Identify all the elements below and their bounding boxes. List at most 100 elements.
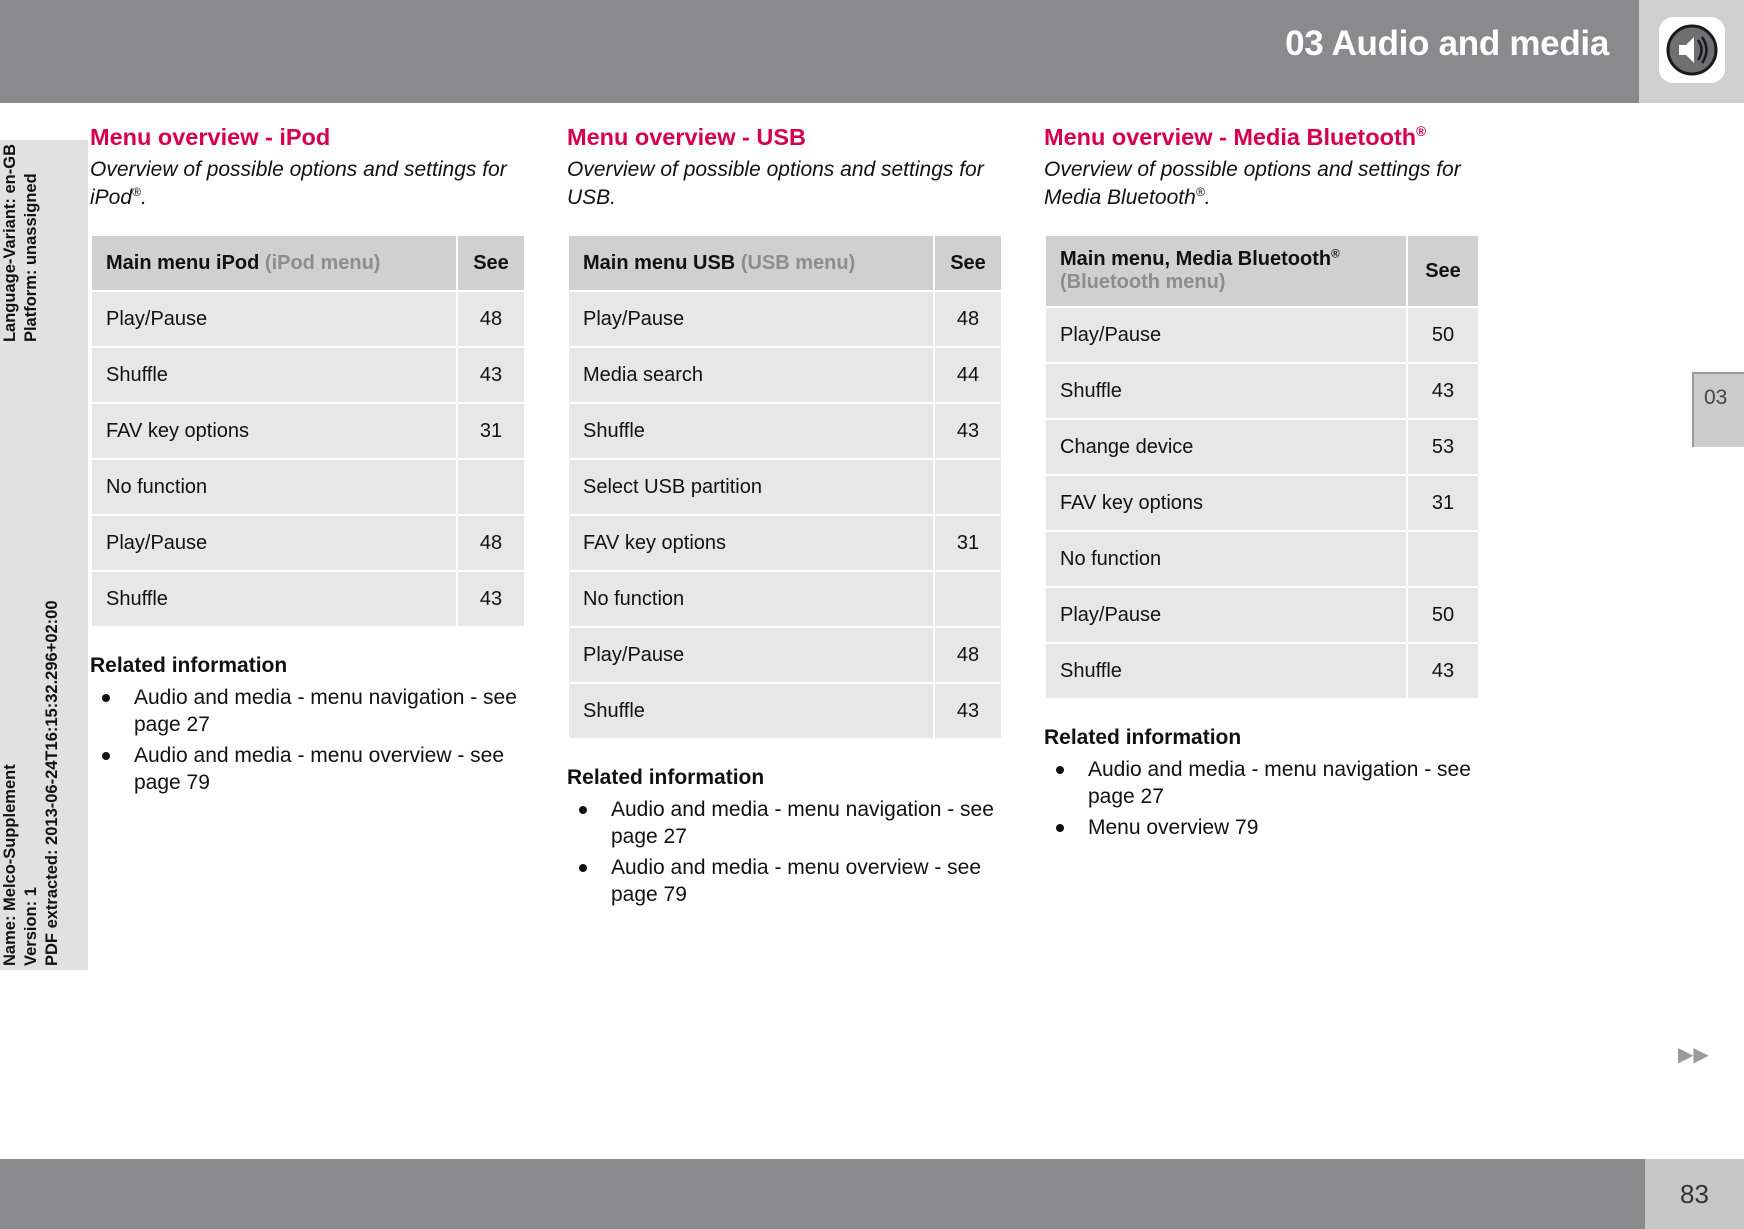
- table-body-usb: Play/Pause 48 Media search 44 Shuffle 43 Selec…: [569, 292, 1001, 738]
- manual-page: 03 Audio and media Name: Melco-Supplemen…: [0, 0, 1744, 1229]
- page-title: 03 Audio and media: [1285, 24, 1609, 63]
- subtitle-text: Overview of possible options and setting…: [90, 158, 507, 209]
- related-information-title-usb: Related information: [567, 766, 765, 789]
- column-ipod: Menu overview - iPod Overview of possibl…: [90, 123, 526, 800]
- table-row: Shuffle 43: [1046, 364, 1478, 418]
- table-header-main: Main menu iPod (iPod menu): [92, 236, 456, 290]
- related-information-item-label: Audio and media - menu overview - see pa…: [611, 856, 982, 906]
- table-cell-page-reference: 43: [935, 404, 1001, 458]
- bullet-icon: [102, 694, 110, 702]
- table-header-see: See: [935, 236, 1001, 290]
- section-subtitle-usb: Overview of possible options and setting…: [567, 158, 984, 209]
- table-cell-page-reference: 50: [1408, 588, 1478, 642]
- table-cell-page-reference: 31: [935, 516, 1001, 570]
- table-cell-page-reference: 43: [458, 348, 524, 402]
- metadata-pdf-extracted: PDF extracted: 2013-06-24T16:15:32.296+0…: [43, 600, 61, 966]
- bullet-icon: [579, 806, 587, 814]
- table-header-main: Main menu, Media Bluetooth® (Bluetooth me…: [1046, 236, 1406, 306]
- table-row: Play/Pause 48: [569, 292, 1001, 346]
- table-row: Select USB partition: [569, 460, 1001, 514]
- table-cell-label: Shuffle: [92, 572, 456, 626]
- table-header-main-label: Main menu iPod: [106, 251, 260, 274]
- page-header-bar: 03 Audio and media: [0, 0, 1639, 103]
- table-cell-label: Select USB partition: [569, 460, 933, 514]
- related-information-item[interactable]: Audio and media - menu navigation - see …: [567, 796, 1003, 850]
- bullet-icon: [579, 864, 587, 872]
- table-cell-label: No function: [1046, 532, 1406, 586]
- table-cell-page-reference: 31: [458, 404, 524, 458]
- table-cell-label: Play/Pause: [1046, 308, 1406, 362]
- metadata-left-group: Name: Melco-Supplement Version: 1 PDF ex…: [0, 600, 63, 966]
- related-information-title-ipod: Related information: [90, 654, 288, 677]
- menu-table-media-bluetooth: Main menu, Media Bluetooth® (Bluetooth me…: [1044, 234, 1480, 700]
- table-cell-page-reference: [458, 460, 524, 514]
- table-header-main-dim: (Bluetooth menu): [1060, 271, 1226, 293]
- table-cell-label: Change device: [1046, 420, 1406, 474]
- next-page-arrows-icon: ▶▶: [1678, 1044, 1709, 1066]
- table-row: FAV key options 31: [569, 516, 1001, 570]
- column-media-bluetooth: Menu overview - Media Bluetooth® Overvie…: [1044, 123, 1480, 845]
- table-header-main-label: Main menu USB: [583, 251, 736, 274]
- related-information-item[interactable]: Audio and media - menu navigation - see …: [1044, 756, 1480, 810]
- section-subtitle-ipod: Overview of possible options and setting…: [90, 156, 526, 212]
- related-information-list-usb: Audio and media - menu navigation - see …: [567, 796, 1003, 908]
- related-information-item[interactable]: Audio and media - menu overview - see pa…: [567, 854, 1003, 908]
- table-header-row: Main menu iPod (iPod menu) See: [92, 236, 524, 290]
- table-cell-page-reference: 50: [1408, 308, 1478, 362]
- table-header-main: Main menu USB (USB menu): [569, 236, 933, 290]
- metadata-platform: Platform: unassigned: [22, 173, 40, 343]
- table-cell-page-reference: 44: [935, 348, 1001, 402]
- menu-table-usb: Main menu USB (USB menu) See Play/Pause 4…: [567, 234, 1003, 740]
- menu-table-ipod: Main menu iPod (iPod menu) See Play/Paus…: [90, 234, 526, 628]
- table-cell-label: Media search: [569, 348, 933, 402]
- related-information-item[interactable]: Audio and media - menu navigation - see …: [90, 684, 526, 738]
- table-cell-label: Shuffle: [1046, 364, 1406, 418]
- table-header-main-dim: (USB menu): [740, 251, 856, 274]
- registered-mark: ®: [1195, 185, 1205, 199]
- table-cell-label: Play/Pause: [1046, 588, 1406, 642]
- related-information-item[interactable]: Audio and media - menu overview - see pa…: [90, 742, 526, 796]
- page-footer-bar: [0, 1159, 1645, 1229]
- registered-mark: ®: [132, 185, 141, 199]
- section-title-media-bluetooth: Menu overview - Media Bluetooth®: [1044, 123, 1480, 152]
- table-cell-label: No function: [92, 460, 456, 514]
- related-information-title-media-bluetooth: Related information: [1044, 726, 1242, 749]
- table-row: No function: [569, 572, 1001, 626]
- table-cell-page-reference: 48: [458, 516, 524, 570]
- table-row: Play/Pause 50: [1046, 308, 1478, 362]
- section-title-usb: Menu overview - USB: [567, 124, 806, 150]
- section-subtitle-media-bluetooth: Overview of possible options and setting…: [1044, 156, 1480, 212]
- table-row: Shuffle 43: [569, 404, 1001, 458]
- table-row: Shuffle 43: [569, 684, 1001, 738]
- table-body-ipod: Play/Pause 48 Shuffle 43 FAV key options 31 No…: [92, 292, 524, 626]
- table-row: No function: [1046, 532, 1478, 586]
- table-cell-page-reference: 53: [1408, 420, 1478, 474]
- metadata-language-variant: Language-Variant: en-GB: [1, 144, 19, 343]
- table-row: Shuffle 43: [92, 572, 524, 626]
- table-cell-label: Shuffle: [569, 404, 933, 458]
- table-header-row: Main menu, Media Bluetooth® (Bluetooth me…: [1046, 236, 1478, 306]
- table-header-row: Main menu USB (USB menu) See: [569, 236, 1001, 290]
- table-cell-page-reference: 43: [458, 572, 524, 626]
- metadata-version: Version: 1: [22, 887, 40, 966]
- table-cell-page-reference: 48: [935, 628, 1001, 682]
- table-row: Play/Pause 48: [92, 516, 524, 570]
- table-header-main-dim: (iPod menu): [264, 251, 381, 274]
- subtitle-text: Overview of possible options and setting…: [1044, 158, 1461, 209]
- table-cell-label: Shuffle: [92, 348, 456, 402]
- related-information-item-label: Menu overview 79: [1088, 816, 1259, 839]
- header-icon-container: [1639, 0, 1744, 103]
- subtitle-suffix: .: [1204, 186, 1211, 209]
- table-header-see: See: [1408, 236, 1478, 306]
- table-cell-label: Shuffle: [1046, 644, 1406, 698]
- related-information-list-media-bluetooth: Audio and media - menu navigation - see …: [1044, 756, 1480, 841]
- table-row: Play/Pause 50: [1046, 588, 1478, 642]
- table-header-see: See: [458, 236, 524, 290]
- speaker-icon: [1659, 17, 1725, 83]
- chapter-tab[interactable]: 03: [1692, 372, 1744, 447]
- related-information-item[interactable]: Menu overview 79: [1044, 814, 1480, 841]
- registered-mark: ®: [1416, 124, 1427, 140]
- table-cell-page-reference: 43: [935, 684, 1001, 738]
- table-cell-page-reference: 31: [1408, 476, 1478, 530]
- bullet-icon: [1056, 824, 1064, 832]
